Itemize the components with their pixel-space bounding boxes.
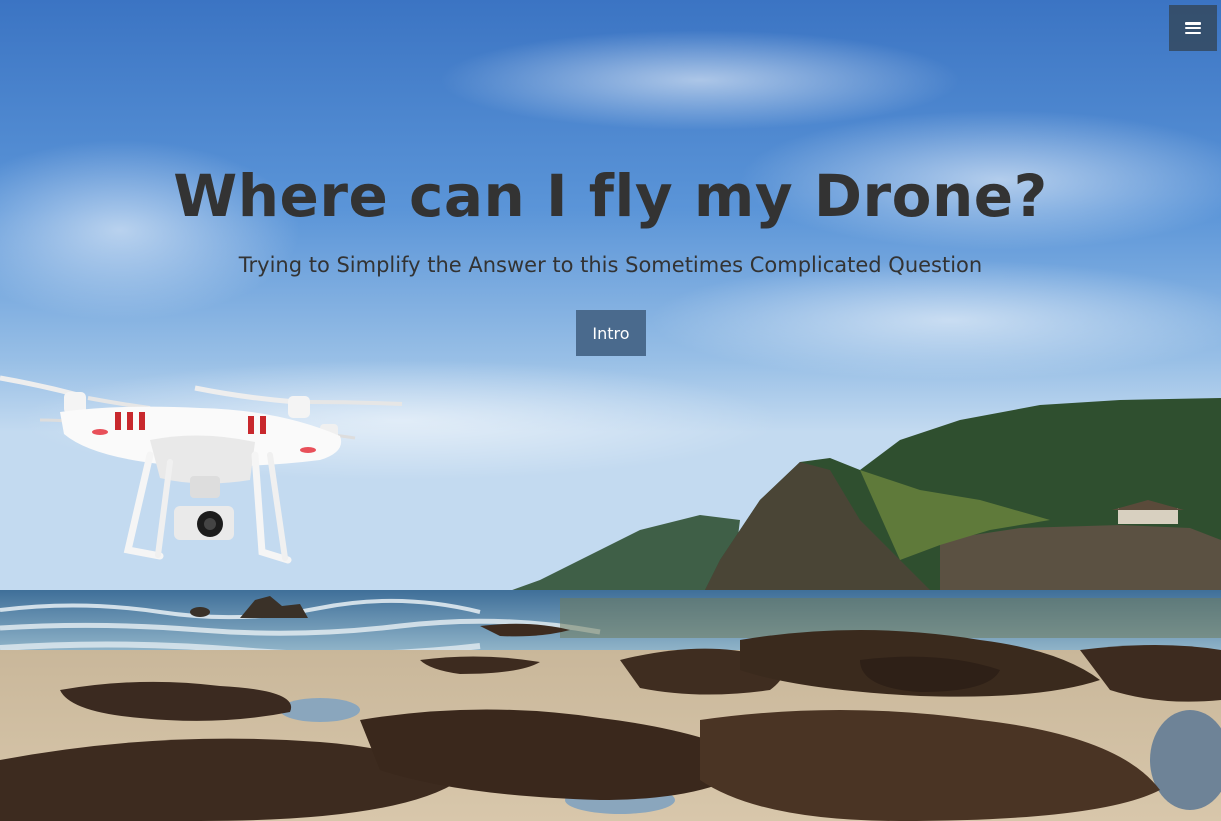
- hamburger-menu-icon: [1185, 22, 1201, 34]
- hero-section: Where can I fly my Drone? Trying to Simp…: [0, 0, 1221, 821]
- menu-toggle-button[interactable]: [1169, 5, 1217, 51]
- intro-button[interactable]: Intro: [576, 310, 646, 356]
- background-photo: [0, 0, 1221, 821]
- page-title: Where can I fly my Drone?: [173, 162, 1048, 230]
- page-subtitle: Trying to Simplify the Answer to this So…: [238, 253, 983, 277]
